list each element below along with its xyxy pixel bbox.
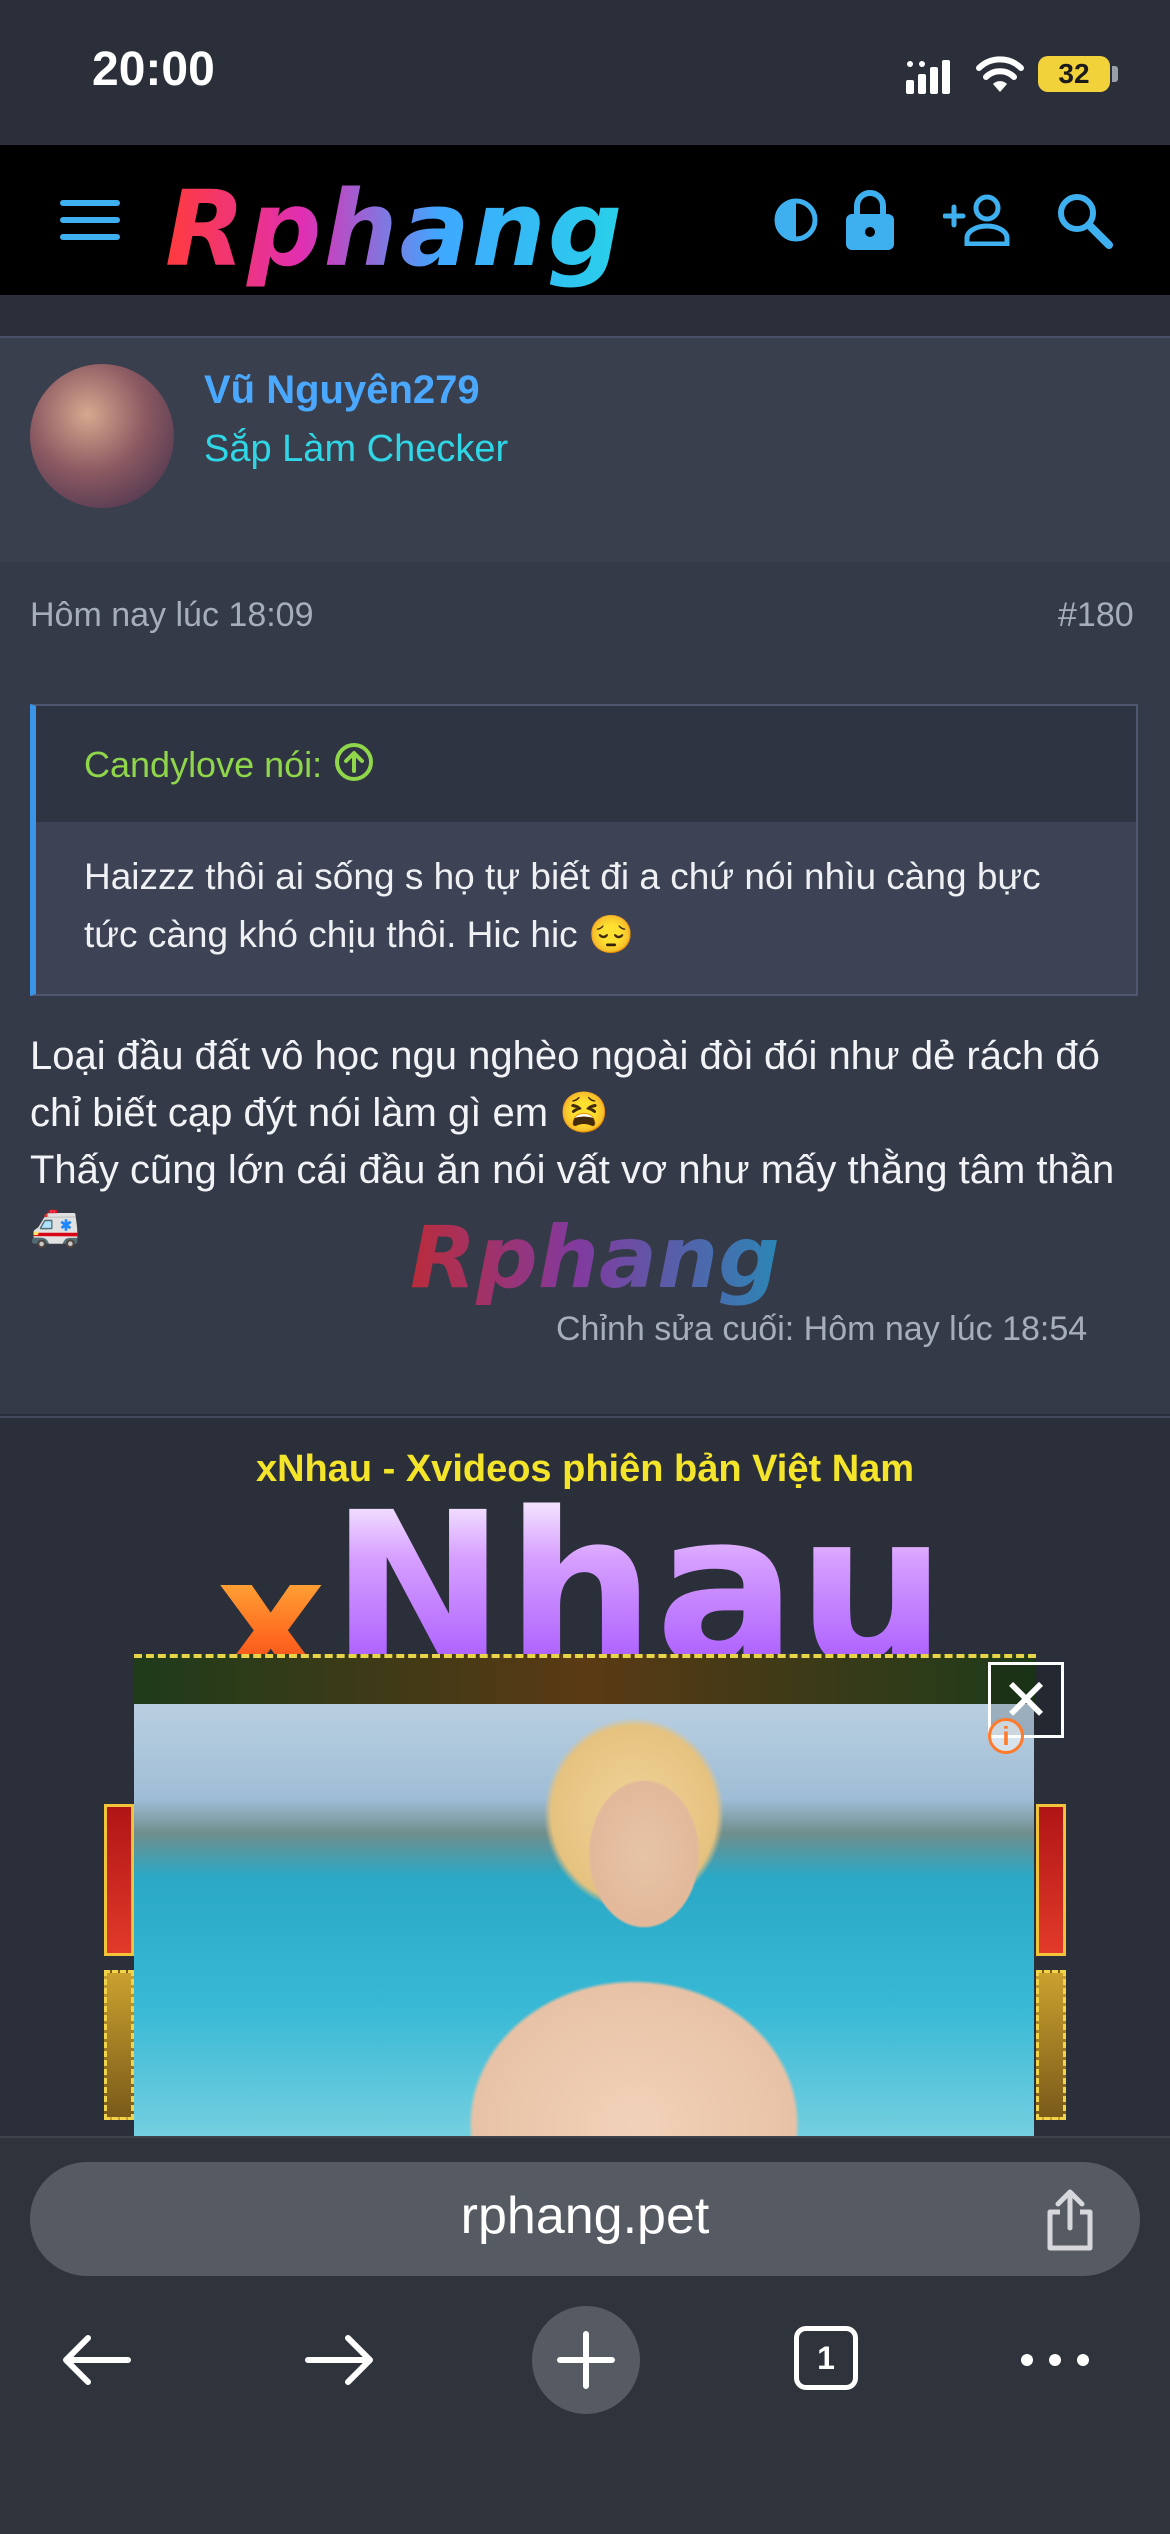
signal-icon [906, 58, 962, 99]
post-date[interactable]: Hôm nay lúc 18:09 [30, 596, 314, 635]
search-icon[interactable] [1050, 180, 1118, 260]
forward-arrow-icon[interactable] [300, 2320, 380, 2400]
quote-text: Haizzz thôi ai sống s họ tự biết đi a ch… [84, 856, 1041, 955]
watermark-logo: Rphang [410, 1208, 780, 1308]
avatar[interactable] [30, 364, 174, 508]
lock-icon[interactable] [840, 180, 900, 260]
url-text[interactable]: rphang.pet [30, 2186, 1140, 2246]
share-icon[interactable] [1040, 2188, 1100, 2257]
plus-icon[interactable] [556, 2330, 616, 2395]
edit-note: Chỉnh sửa cuối: Hôm nay lúc 18:54 [556, 1310, 1088, 1348]
info-icon[interactable]: i [988, 1718, 1024, 1754]
quote-author-row[interactable]: Candylove nói: [84, 742, 374, 787]
tabs-button[interactable]: 1 [794, 2326, 858, 2390]
ad-banner-right-2[interactable] [1036, 1970, 1066, 2120]
battery-icon: 32 [1038, 56, 1110, 92]
message-line: Loại đầu đất vô học ngu nghèo ngoài đòi … [30, 1034, 1100, 1135]
author-name[interactable]: Vũ Nguyên279 [204, 368, 480, 413]
ad-image[interactable] [134, 1704, 1034, 2136]
ad-banner-strip[interactable] [134, 1654, 1036, 1710]
contrast-icon[interactable] [766, 180, 826, 260]
back-arrow-icon[interactable] [56, 2320, 136, 2400]
status-time: 20:00 [92, 43, 215, 96]
post-author-panel [0, 336, 1170, 564]
ad-banner-right[interactable] [1036, 1804, 1066, 1956]
ad-banner-left[interactable] [104, 1804, 134, 1956]
site-logo[interactable]: Rphang [165, 168, 624, 290]
quote-author[interactable]: Candylove nói: [84, 744, 322, 786]
author-title: Sắp Làm Checker [204, 428, 509, 470]
more-icon[interactable] [1010, 2320, 1100, 2400]
menu-icon[interactable] [56, 180, 124, 260]
wifi-icon [976, 54, 1024, 99]
ad-banner-left-2[interactable] [104, 1970, 134, 2120]
add-user-icon[interactable] [940, 180, 1016, 260]
post-number[interactable]: #180 [1058, 596, 1134, 635]
battery-tip [1112, 66, 1118, 82]
arrow-up-circle-icon[interactable] [334, 742, 374, 787]
